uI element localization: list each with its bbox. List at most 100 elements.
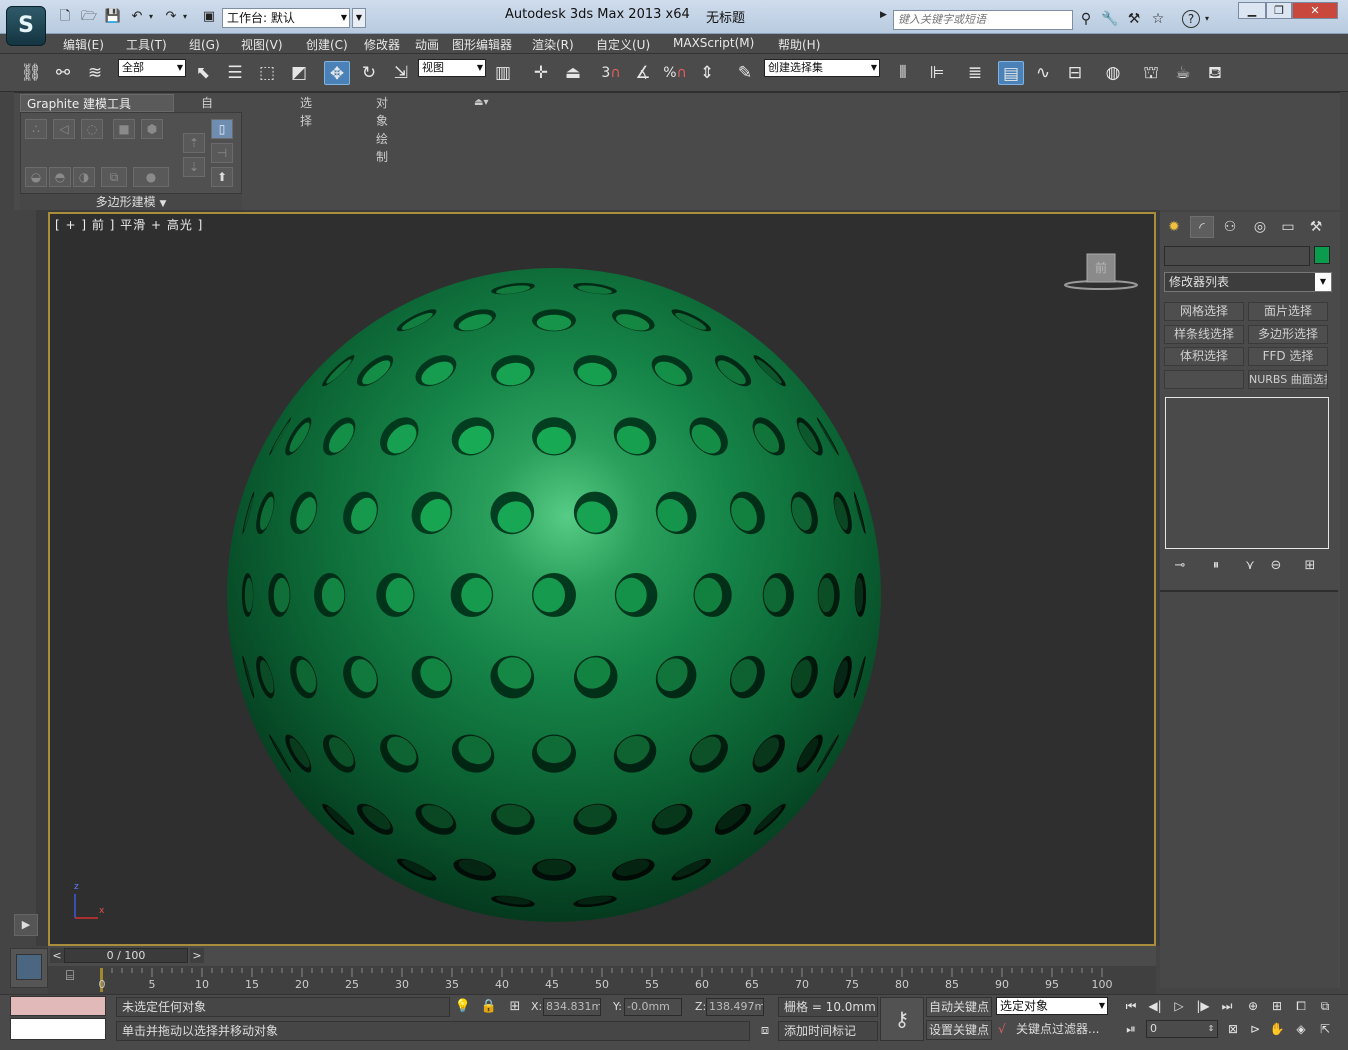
- zoom-icon[interactable]: ⊕: [1242, 997, 1264, 1015]
- window-crossing-icon[interactable]: ◩: [286, 61, 312, 85]
- tab-selection[interactable]: 选择: [294, 94, 318, 128]
- go-to-end-icon[interactable]: ⏭: [1216, 997, 1238, 1015]
- favorites-star-icon[interactable]: ☆: [1148, 10, 1168, 28]
- modifier-stack-list[interactable]: [1165, 397, 1329, 549]
- tab-object-paint[interactable]: 对象绘制: [370, 94, 394, 164]
- y-coord-field[interactable]: -0.0mm: [624, 998, 682, 1016]
- orbit-icon[interactable]: ◈: [1290, 1020, 1312, 1038]
- rectangular-selection-icon[interactable]: ⬚: [254, 61, 280, 85]
- add-time-tag[interactable]: 添加时间标记: [778, 1021, 878, 1041]
- go-to-start-icon[interactable]: ⏮: [1120, 997, 1142, 1015]
- keyboard-shortcut-override-icon[interactable]: ⏏: [560, 61, 586, 85]
- select-by-name-icon[interactable]: ☰: [222, 61, 248, 85]
- z-coord-field[interactable]: 138.497mm: [706, 998, 764, 1016]
- element-icon[interactable]: ⬢: [141, 119, 163, 139]
- absolute-mode-icon[interactable]: ⊞: [506, 998, 524, 1016]
- redo-icon[interactable]: ↷: [162, 9, 180, 25]
- undo-icon[interactable]: ↶: [128, 9, 146, 25]
- spinner-snap-icon[interactable]: ⇕: [694, 61, 720, 85]
- create-tab-icon[interactable]: ✹: [1162, 216, 1186, 238]
- edge-icon[interactable]: ◁: [53, 119, 75, 139]
- rendered-frame-window-icon[interactable]: ☕: [1170, 61, 1196, 85]
- curve-editor-icon[interactable]: ∿: [1030, 61, 1056, 85]
- menu-tools[interactable]: 工具(T): [126, 36, 167, 53]
- tab-freeform[interactable]: 自由形式: [195, 94, 219, 164]
- modify-tab-icon[interactable]: ◜: [1190, 216, 1214, 238]
- soft-selection-icon[interactable]: ◒: [25, 167, 47, 187]
- search-expand-icon[interactable]: ▶: [880, 10, 892, 28]
- menu-animation[interactable]: 动画: [415, 36, 439, 53]
- preserve-uvs-icon[interactable]: ⧉: [101, 167, 127, 187]
- quick-access-menu-icon[interactable]: ▼: [352, 8, 366, 28]
- help-icon[interactable]: ?: [1182, 10, 1200, 28]
- help-dropdown-icon[interactable]: ▾: [1202, 10, 1212, 28]
- viewport-play-icon[interactable]: ▶: [14, 914, 38, 936]
- modify-mode-icon[interactable]: ▯: [211, 119, 233, 139]
- key-filters-button[interactable]: √ 关键点过滤器...: [996, 1020, 1108, 1040]
- ribbon-minimize-icon[interactable]: ⏏▾: [468, 94, 494, 112]
- save-file-icon[interactable]: 💾: [104, 9, 122, 25]
- named-selection-dropdown[interactable]: 创建选择集 ▼: [764, 59, 880, 77]
- empty-modifier-button[interactable]: [1164, 370, 1244, 389]
- application-menu-icon[interactable]: S: [6, 6, 46, 46]
- menu-views[interactable]: 视图(V): [241, 36, 283, 53]
- material-editor-icon[interactable]: ◍: [1100, 61, 1126, 85]
- redo-dropdown-icon[interactable]: ▾: [180, 9, 190, 25]
- pan-view-icon[interactable]: ✋: [1266, 1020, 1288, 1038]
- schematic-view-icon[interactable]: ⊟: [1062, 61, 1088, 85]
- menu-create[interactable]: 创建(C): [306, 36, 348, 53]
- select-and-manipulate-icon[interactable]: ✛: [528, 61, 554, 85]
- viewport-label-menu[interactable]: [ + ] 前 ] 平滑 + 高光 ]: [55, 216, 203, 233]
- border-icon[interactable]: ◌: [81, 119, 103, 139]
- next-frame-icon[interactable]: |▶: [1192, 997, 1214, 1015]
- zoom-extents-icon[interactable]: ⧠: [1290, 997, 1312, 1015]
- key-mode-select-dropdown[interactable]: 选定对象 ▼: [996, 997, 1108, 1015]
- ffd-select-button[interactable]: FFD 选择: [1248, 347, 1328, 366]
- show-end-result-icon[interactable]: ⏸: [1206, 557, 1226, 575]
- close-icon[interactable]: ✕: [1292, 2, 1338, 19]
- modifier-list-dropdown[interactable]: 修改器列表 ▼: [1164, 272, 1332, 292]
- patch-select-button[interactable]: 面片选择: [1248, 302, 1328, 321]
- select-and-move-icon[interactable]: ✥: [324, 61, 350, 85]
- menu-edit[interactable]: 编辑(E): [63, 36, 104, 53]
- time-slider-next-icon[interactable]: >: [190, 948, 204, 963]
- x-coord-field[interactable]: 834.831mm: [543, 998, 601, 1016]
- subscription-center-icon[interactable]: 🔧: [1100, 10, 1120, 28]
- motion-tab-icon[interactable]: ◎: [1248, 216, 1272, 238]
- reference-coordinate-dropdown[interactable]: 视图 ▼: [418, 59, 486, 77]
- menu-maxscript[interactable]: MAXScript(M): [673, 36, 754, 50]
- graphite-toggle-icon[interactable]: ▤: [998, 61, 1024, 85]
- zoom-extents-all-icon[interactable]: ⧉: [1314, 997, 1336, 1015]
- search-input[interactable]: 键入关键字或短语: [893, 10, 1073, 30]
- spline-select-button[interactable]: 样条线选择: [1164, 325, 1244, 344]
- binoculars-icon[interactable]: ⚲: [1076, 10, 1096, 28]
- isolate-selection-icon[interactable]: 💡: [454, 998, 472, 1016]
- poly-select-button[interactable]: 多边形选择: [1248, 325, 1328, 344]
- menu-help[interactable]: 帮助(H): [778, 36, 820, 53]
- ignore-backfacing-icon[interactable]: ◑: [73, 167, 95, 187]
- communication-center-icon[interactable]: ⚒: [1124, 10, 1144, 28]
- maxscript-listener-mini[interactable]: [10, 996, 106, 1016]
- percent-snap-icon[interactable]: %∩: [662, 61, 688, 85]
- mesh-select-button[interactable]: 网格选择: [1164, 302, 1244, 321]
- auto-key-button[interactable]: 自动关键点: [926, 997, 992, 1017]
- utilities-tab-icon[interactable]: ⚒: [1304, 216, 1328, 238]
- edit-named-selection-icon[interactable]: ✎: [732, 61, 758, 85]
- maximize-viewport-icon[interactable]: ⇱: [1314, 1020, 1336, 1038]
- configure-modifier-sets-icon[interactable]: ⊞: [1300, 557, 1320, 575]
- collapse-stack-icon[interactable]: ⇣: [183, 157, 205, 177]
- key-mode-toggle-icon[interactable]: ⏯: [1120, 1020, 1142, 1038]
- layer-manager-icon[interactable]: ≣: [962, 61, 988, 85]
- set-key-button[interactable]: 设置关键点: [926, 1020, 992, 1040]
- snaps-toggle-icon[interactable]: 3∩: [598, 61, 624, 85]
- play-icon[interactable]: ▷: [1168, 997, 1190, 1015]
- pivot-center-icon[interactable]: ▥: [490, 61, 516, 85]
- polygon-icon[interactable]: ■: [113, 119, 135, 139]
- curve-editor-mini-icon[interactable]: ⌸: [58, 968, 82, 988]
- mirror-icon[interactable]: ⫴: [890, 61, 916, 85]
- menu-rendering[interactable]: 渲染(R): [532, 36, 574, 53]
- set-key-icon[interactable]: ⚷: [880, 997, 924, 1041]
- select-object-icon[interactable]: ⬉: [190, 61, 216, 85]
- previous-frame-icon[interactable]: ◀|: [1144, 997, 1166, 1015]
- make-unique-icon[interactable]: ⋎: [1240, 557, 1260, 575]
